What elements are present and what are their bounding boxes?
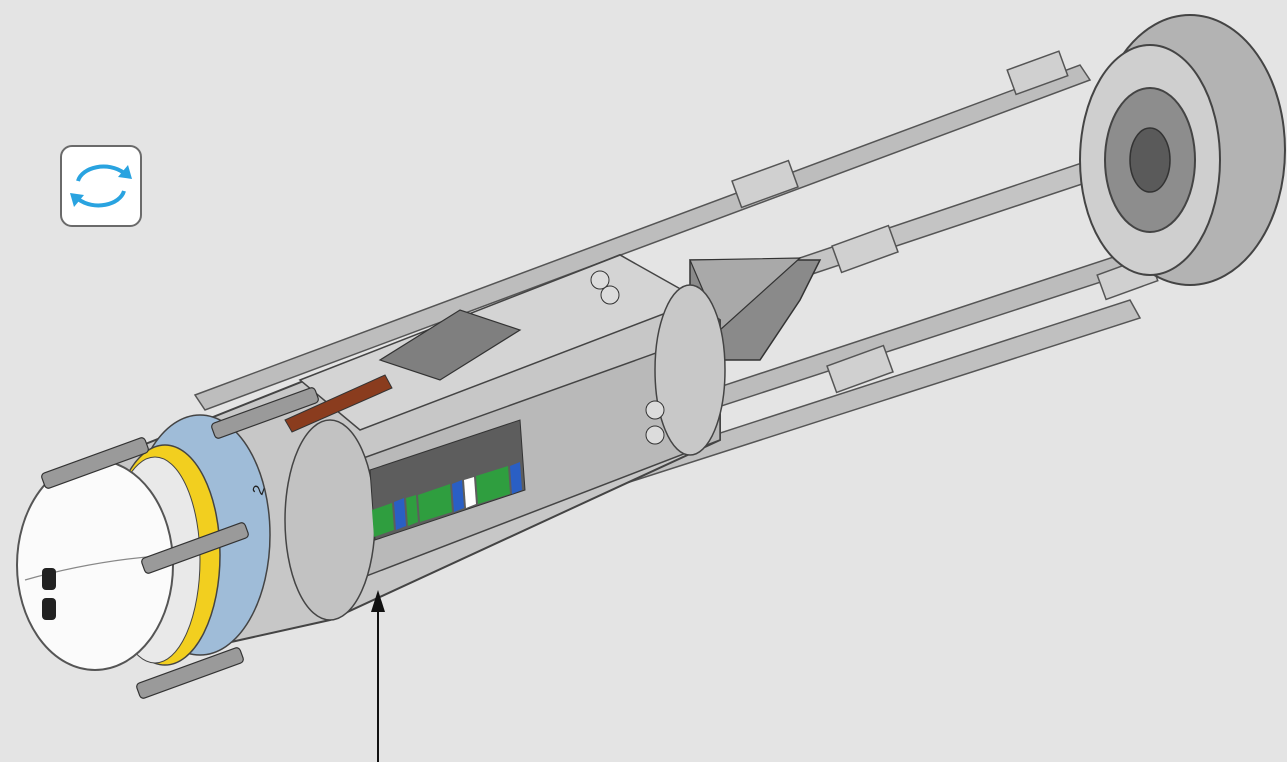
main-body (78, 253, 726, 662)
front-cannons (41, 387, 319, 699)
instruction-step: 2 (0, 0, 1287, 762)
rotate-model-button[interactable] (60, 145, 142, 227)
callout-arrow-icon (371, 590, 385, 762)
rear-struts (173, 50, 1164, 626)
rear-ring (1079, 14, 1286, 286)
rotate-arrows-icon (70, 164, 132, 208)
interior-bricks (369, 419, 526, 541)
model-illustration: 2 (16, 14, 1286, 762)
engine-cone (689, 257, 822, 361)
nose-cap (16, 459, 174, 671)
front-rings (109, 414, 271, 666)
side-number: 2 (250, 483, 269, 497)
